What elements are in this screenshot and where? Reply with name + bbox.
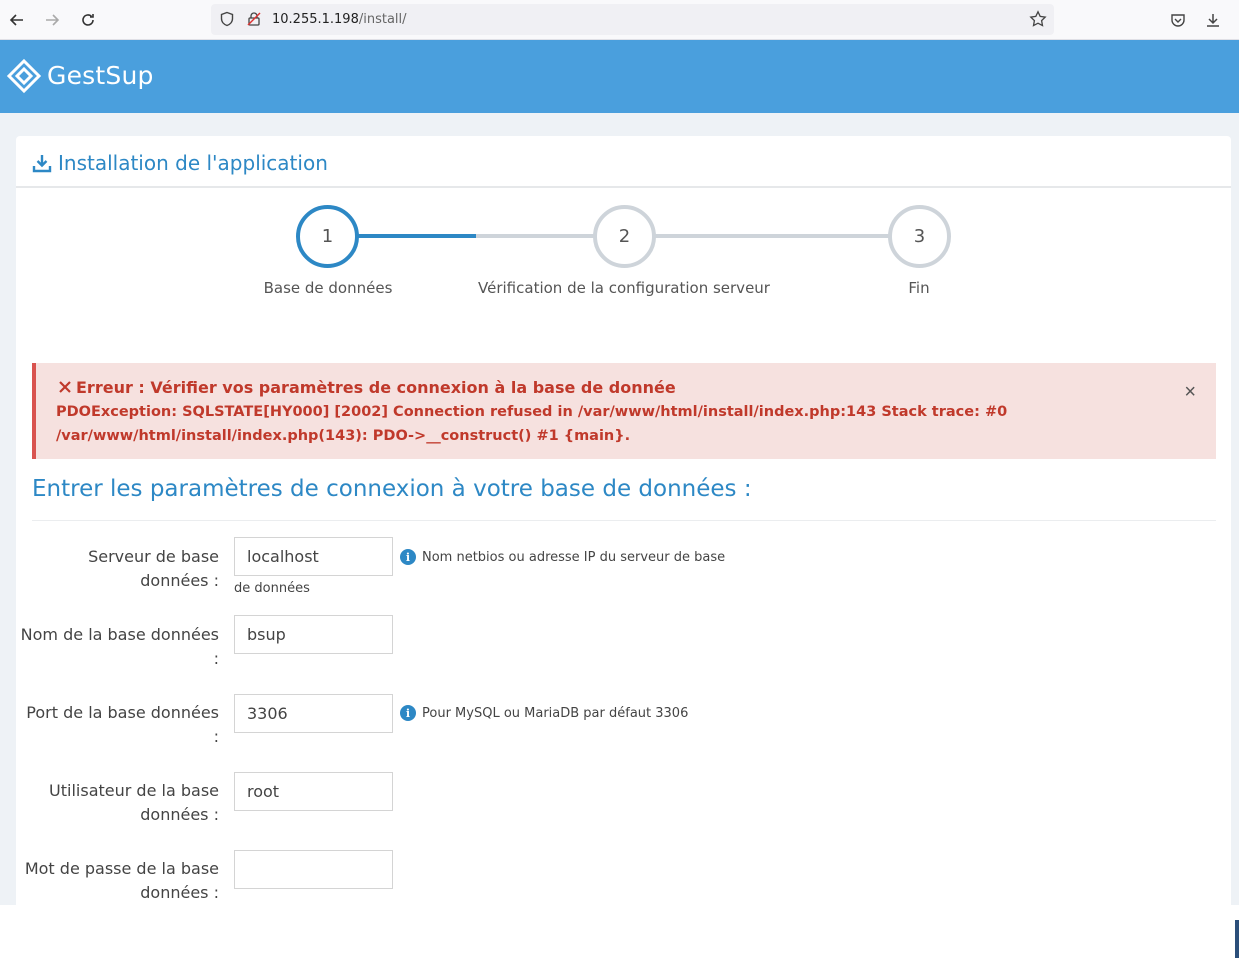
step-2-circle: 2 bbox=[593, 205, 656, 268]
db-user-label: Utilisateur de la base données : bbox=[49, 781, 219, 824]
url-host: 10.255.1.198 bbox=[272, 12, 359, 27]
app-name[interactable]: GestSup bbox=[47, 61, 154, 90]
url-path: /install/ bbox=[358, 12, 407, 27]
db-name-input[interactable]: bsup bbox=[234, 615, 393, 654]
step-3-circle: 3 bbox=[888, 205, 951, 268]
step-2-label: Vérification de la configuration serveur bbox=[478, 279, 770, 297]
error-alert: Erreur : Vérifier vos paramètres de conn… bbox=[32, 363, 1216, 459]
forward-icon[interactable] bbox=[40, 8, 64, 32]
bookmark-star-icon[interactable] bbox=[1029, 10, 1047, 33]
edge-artifact bbox=[1235, 920, 1239, 958]
panel-title-text: Installation de l'application bbox=[58, 151, 328, 175]
db-user-input[interactable]: root bbox=[234, 772, 393, 811]
alert-title: Erreur : Vérifier vos paramètres de conn… bbox=[58, 378, 676, 397]
alert-message: PDOException: SQLSTATE[HY000] [2002] Con… bbox=[56, 404, 1008, 444]
step-3-label: Fin bbox=[908, 279, 930, 297]
shield-icon[interactable] bbox=[219, 11, 235, 32]
db-server-help: i Nom netbios ou adresse IP du serveur de… bbox=[400, 549, 725, 565]
form-title: Entrer les paramètres de connexion à vot… bbox=[32, 476, 752, 502]
db-server-help-cont: de données bbox=[234, 581, 310, 596]
db-server-label: Serveur de base données : bbox=[88, 547, 219, 590]
install-panel: Installation de l'application 1 2 3 Base… bbox=[16, 136, 1231, 905]
step-1-circle: 1 bbox=[296, 205, 359, 268]
step-2-number: 2 bbox=[618, 226, 631, 247]
step-1-label: Base de données bbox=[263, 279, 393, 297]
bottom-blank-area bbox=[0, 905, 1239, 958]
form-divider bbox=[32, 520, 1216, 521]
db-server-input[interactable]: localhost bbox=[234, 537, 393, 576]
app-header: GestSup bbox=[0, 40, 1239, 113]
url-bar[interactable]: 10.255.1.198/install/ bbox=[211, 4, 1054, 35]
close-icon[interactable]: × bbox=[1184, 381, 1196, 404]
db-password-input[interactable] bbox=[234, 850, 393, 889]
reload-icon[interactable] bbox=[76, 8, 100, 32]
info-icon: i bbox=[400, 549, 416, 565]
url-text[interactable]: 10.255.1.198/install/ bbox=[272, 12, 407, 27]
error-x-icon bbox=[59, 381, 71, 393]
db-name-label: Nom de la base données : bbox=[20, 625, 219, 668]
insecure-lock-icon[interactable] bbox=[246, 11, 262, 32]
step-line-1-2 bbox=[476, 234, 596, 238]
download-icon[interactable] bbox=[1201, 8, 1225, 32]
info-icon: i bbox=[400, 705, 416, 721]
panel-title: Installation de l'application bbox=[32, 151, 328, 175]
gestsup-logo-icon[interactable] bbox=[6, 58, 42, 94]
step-line-2-3 bbox=[652, 234, 892, 238]
db-port-input[interactable]: 3306 bbox=[234, 694, 393, 733]
db-port-help-text: Pour MySQL ou MariaDB par défaut 3306 bbox=[422, 705, 689, 721]
db-port-label: Port de la base données : bbox=[26, 703, 219, 746]
step-progress-line bbox=[356, 234, 476, 238]
panel-divider bbox=[16, 186, 1231, 188]
alert-title-text: Erreur : Vérifier vos paramètres de conn… bbox=[76, 378, 676, 397]
download-tray-icon bbox=[32, 155, 52, 173]
step-1-number: 1 bbox=[321, 226, 334, 247]
pocket-icon[interactable] bbox=[1166, 8, 1190, 32]
browser-toolbar: 10.255.1.198/install/ bbox=[0, 0, 1239, 40]
step-3-number: 3 bbox=[913, 226, 926, 247]
db-port-help: i Pour MySQL ou MariaDB par défaut 3306 bbox=[400, 705, 688, 721]
back-icon[interactable] bbox=[5, 8, 29, 32]
db-server-help-text: Nom netbios ou adresse IP du serveur de … bbox=[422, 549, 726, 565]
db-password-label: Mot de passe de la base données : bbox=[24, 859, 219, 902]
